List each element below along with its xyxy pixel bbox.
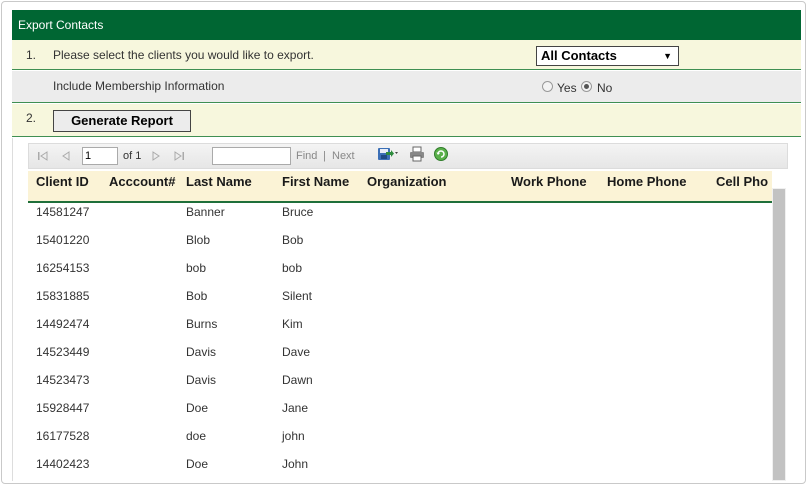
membership-yes-label: Yes — [557, 81, 577, 95]
cell-client-id: 15928447 — [36, 401, 90, 415]
column-header-home-phone[interactable]: Home Phone — [607, 171, 686, 193]
scrollbar-thumb[interactable] — [773, 189, 785, 480]
table-body: 14581247 Banner Bruce 15401220 Blob Bob … — [28, 198, 772, 481]
table-row[interactable]: 16177528 doe john — [28, 422, 772, 450]
panel-title: Export Contacts — [12, 10, 801, 40]
cell-client-id: 15831885 — [36, 289, 90, 303]
column-header-account[interactable]: Acccount# — [109, 171, 175, 193]
step2-number: 2. — [26, 111, 37, 125]
table-row[interactable]: 16254153 bob bob — [28, 254, 772, 282]
cell-client-id: 14402423 — [36, 457, 90, 471]
cell-first-name: Bruce — [282, 205, 314, 219]
membership-yes-radio[interactable] — [542, 81, 553, 92]
cell-first-name: bob — [282, 261, 303, 275]
cell-last-name: Davis — [186, 373, 217, 387]
membership-row: Include Membership Information Yes No — [12, 71, 801, 103]
export-contacts-panel: Export Contacts 1. Please select the cli… — [1, 1, 806, 484]
find-text-input[interactable] — [212, 147, 291, 165]
table-row[interactable]: 14523449 Davis Dave — [28, 338, 772, 366]
first-page-icon[interactable] — [37, 144, 49, 168]
cell-first-name: Bob — [282, 233, 304, 247]
cell-first-name: Jane — [282, 401, 309, 415]
cell-last-name: doe — [186, 429, 207, 443]
cell-last-name: Doe — [186, 401, 209, 415]
next-page-icon[interactable] — [151, 144, 161, 168]
cell-last-name: Banner — [186, 205, 225, 219]
cell-client-id: 14492474 — [36, 317, 90, 331]
column-header-client-id[interactable]: Client ID — [36, 171, 89, 193]
last-page-icon[interactable] — [173, 144, 185, 168]
cell-client-id: 14523449 — [36, 345, 90, 359]
prev-page-icon[interactable] — [61, 144, 71, 168]
column-header-first-name[interactable]: First Name — [282, 171, 349, 193]
cell-last-name: bob — [186, 261, 207, 275]
page-number-input[interactable]: 1 — [82, 147, 118, 165]
cell-first-name: Kim — [282, 317, 303, 331]
cell-last-name: Burns — [186, 317, 218, 331]
refresh-icon[interactable] — [433, 142, 449, 166]
report-toolbar: 1 of 1 Find | Next — [28, 143, 788, 169]
report-viewer: 1 of 1 Find | Next Client ID Acccount# L… — [12, 138, 801, 481]
print-icon[interactable] — [409, 142, 425, 166]
export-save-icon[interactable] — [377, 142, 399, 166]
table-row[interactable]: 14492474 Burns Kim — [28, 310, 772, 338]
membership-label: Include Membership Information — [53, 79, 225, 93]
column-header-last-name[interactable]: Last Name — [186, 171, 252, 193]
cell-first-name: Silent — [282, 289, 313, 303]
find-next-link[interactable]: Next — [332, 144, 355, 168]
cell-last-name: Davis — [186, 345, 217, 359]
cell-last-name: Doe — [186, 457, 209, 471]
membership-no-label: No — [597, 81, 613, 95]
cell-first-name: Dawn — [282, 373, 313, 387]
cell-client-id: 14581247 — [36, 205, 90, 219]
column-header-cell-phone[interactable]: Cell Pho — [716, 171, 768, 193]
cell-client-id: 16177528 — [36, 429, 90, 443]
column-header-organization[interactable]: Organization — [367, 171, 446, 193]
cell-client-id: 15401220 — [36, 233, 90, 247]
cell-first-name: john — [282, 429, 305, 443]
step1-row: 1. Please select the clients you would l… — [12, 40, 801, 70]
table-row[interactable]: 14581247 Banner Bruce — [28, 198, 772, 226]
toolbar-separator: | — [323, 150, 326, 162]
page-count-label: of 1 — [123, 150, 142, 162]
cell-client-id: 16254153 — [36, 261, 90, 275]
membership-no-radio[interactable] — [581, 81, 592, 92]
column-header-work-phone[interactable]: Work Phone — [511, 171, 587, 193]
client-select-value: All Contacts — [541, 48, 617, 63]
generate-report-button[interactable]: Generate Report — [53, 110, 191, 132]
cell-last-name: Blob — [186, 233, 211, 247]
cell-last-name: Bob — [186, 289, 208, 303]
table-row[interactable]: 14402423 Doe John — [28, 450, 772, 478]
chevron-down-icon: ▼ — [663, 51, 672, 61]
client-select-dropdown[interactable]: All Contacts ▼ — [536, 46, 679, 66]
find-link[interactable]: Find — [296, 144, 317, 168]
table-row[interactable]: 15831885 Bob Silent — [28, 282, 772, 310]
table-row[interactable]: 15928447 Doe Jane — [28, 394, 772, 422]
table-row[interactable]: 14523473 Davis Dawn — [28, 366, 772, 394]
vertical-scrollbar[interactable] — [772, 188, 786, 481]
cell-first-name: John — [282, 457, 309, 471]
cell-client-id: 14523473 — [36, 373, 90, 387]
step2-row: 2. Generate Report — [12, 104, 801, 137]
cell-first-name: Dave — [282, 345, 311, 359]
table-row[interactable]: 15401220 Blob Bob — [28, 226, 772, 254]
step1-label: Please select the clients you would like… — [53, 48, 314, 62]
step1-number: 1. — [26, 48, 37, 62]
